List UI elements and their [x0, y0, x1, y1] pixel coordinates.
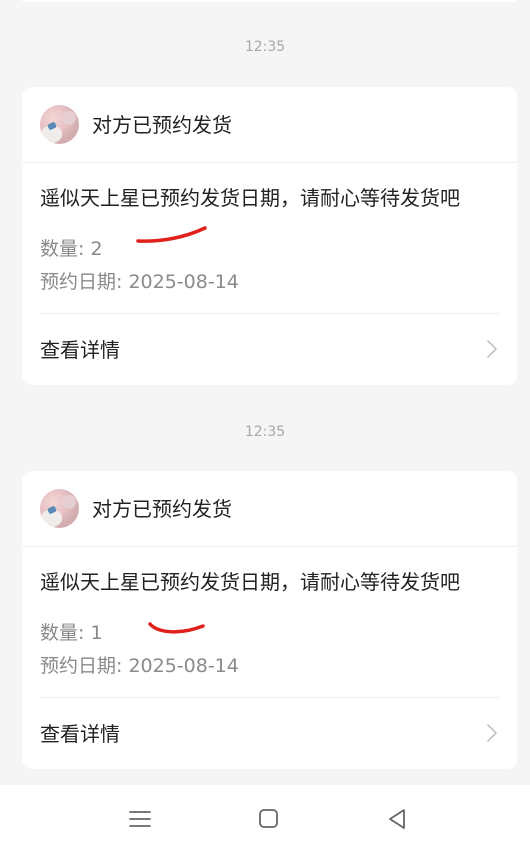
scheduled-date-text: 预约日期: 2025-08-14 [40, 655, 239, 677]
card-header: 对方已预约发货 [22, 471, 517, 547]
view-details-label: 查看详情 [40, 338, 120, 362]
message-timestamp: 12:35 [244, 39, 286, 55]
view-details-link[interactable]: 查看详情 [22, 314, 517, 385]
chevron-right-icon [487, 340, 497, 358]
avatar[interactable] [40, 105, 79, 144]
system-navigation-bar [0, 785, 530, 852]
back-triangle-icon[interactable] [382, 805, 412, 833]
card-title: 对方已预约发货 [92, 497, 232, 521]
quantity-text: 数量: 2 [40, 238, 103, 260]
shipping-notice-card: 对方已预约发货 遥似天上星已预约发货日期，请耐心等待发货吧 数量: 2 预约日期… [22, 87, 517, 385]
card-message: 遥似天上星已预约发货日期，请耐心等待发货吧 [40, 186, 460, 210]
avatar[interactable] [40, 489, 79, 528]
card-title: 对方已预约发货 [92, 113, 232, 137]
card-header: 对方已预约发货 [22, 87, 517, 163]
quantity-text: 数量: 1 [40, 622, 103, 644]
scheduled-date-text: 预约日期: 2025-08-14 [40, 271, 239, 293]
chat-screen: 12:35 对方已预约发货 遥似天上星已预约发货日期，请耐心等待发货吧 数量: … [0, 0, 530, 852]
home-square-icon[interactable] [253, 805, 283, 833]
view-details-label: 查看详情 [40, 722, 120, 746]
previous-card-edge [22, 0, 517, 2]
shipping-notice-card: 对方已预约发货 遥似天上星已预约发货日期，请耐心等待发货吧 数量: 1 预约日期… [22, 471, 517, 769]
chevron-right-icon [487, 724, 497, 742]
card-message: 遥似天上星已预约发货日期，请耐心等待发货吧 [40, 570, 460, 594]
message-timestamp: 12:35 [244, 424, 286, 440]
menu-icon[interactable] [125, 805, 155, 833]
view-details-link[interactable]: 查看详情 [22, 698, 517, 769]
